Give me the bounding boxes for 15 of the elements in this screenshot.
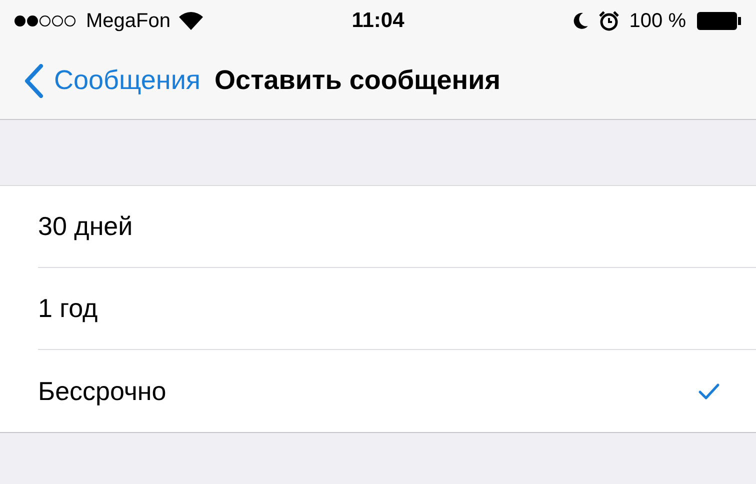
alarm-clock-icon <box>599 11 620 31</box>
screen-title: Оставить сообщения <box>214 65 500 96</box>
option-row[interactable]: 30 дней <box>38 186 756 268</box>
battery-icon <box>696 11 742 31</box>
carrier-name: MegaFon <box>86 10 170 32</box>
clock-time: 11:04 <box>352 9 404 33</box>
battery-percent: 100 % <box>629 10 686 32</box>
option-row[interactable]: Бессрочно <box>38 350 756 432</box>
signal-icon <box>14 15 78 27</box>
option-row[interactable]: 1 год <box>38 268 756 350</box>
wifi-icon <box>178 12 202 30</box>
checkmark-icon <box>698 382 720 400</box>
back-chevron-icon <box>24 64 44 98</box>
moon-icon <box>573 12 590 30</box>
back-button[interactable]: Сообщения <box>24 64 201 98</box>
